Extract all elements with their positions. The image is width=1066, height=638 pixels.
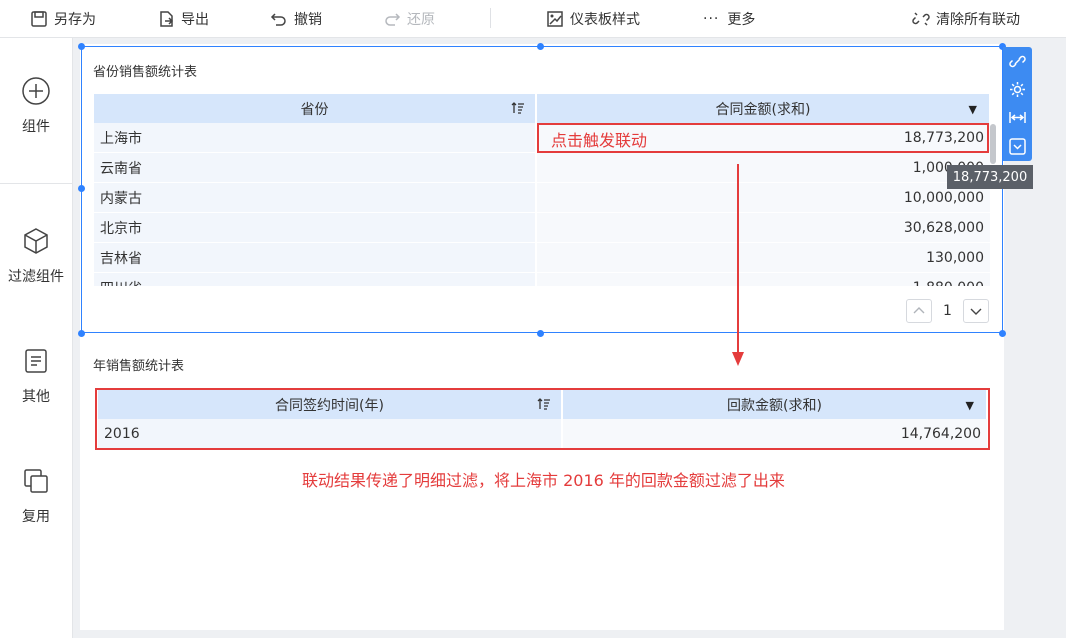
document-icon: [25, 349, 47, 373]
undo-icon: [270, 12, 286, 26]
table-cell: 上海市: [94, 123, 536, 153]
widget-side-toolbar: [1003, 47, 1032, 161]
top-toolbar: 另存为 导出 撤销 还原 仪表板样式 ··· 更多 清除所有联动: [0, 0, 1066, 38]
export-button[interactable]: 导出: [157, 0, 209, 37]
table-row[interactable]: 四川省1,880,000: [94, 272, 990, 286]
chevron-down-icon: [970, 308, 982, 315]
table-header-row: 省份 合同金额(求和) ▼: [94, 94, 990, 123]
table-cell[interactable]: 130,000: [535, 242, 990, 273]
sidebar-item-label: 过滤组件: [8, 269, 64, 285]
redo-button[interactable]: 还原: [383, 0, 435, 37]
table-cell: 吉林省: [94, 242, 536, 273]
copy-icon: [24, 469, 48, 493]
value-tooltip: 18,773,200: [947, 165, 1033, 189]
table-row[interactable]: 吉林省 130,000: [94, 242, 990, 273]
resize-handle-bl[interactable]: [78, 330, 85, 337]
more-button[interactable]: ··· 更多: [703, 0, 755, 37]
table-cell: 云南省: [94, 152, 536, 183]
redo-icon: [385, 12, 401, 26]
gear-icon[interactable]: [1008, 80, 1027, 99]
save-icon: [31, 10, 47, 27]
sidebar-item-filter[interactable]: 过滤组件: [0, 226, 72, 286]
left-sidebar: 组件 过滤组件 其他 复用: [0, 38, 73, 638]
page-up-button[interactable]: [906, 299, 932, 323]
result-note-text: 联动结果传递了明细过滤，将上海市 2016 年的回款金额过滤了出来: [302, 471, 785, 490]
undo-button[interactable]: 撤销: [270, 0, 322, 37]
resize-handle-bottom[interactable]: [537, 330, 544, 337]
table-scrollbar[interactable]: [990, 124, 996, 164]
undo-label: 撤销: [294, 11, 322, 28]
page-down-button[interactable]: [963, 299, 989, 323]
column-header-contract-amount[interactable]: 合同金额(求和) ▼: [536, 94, 990, 123]
save-as-button[interactable]: 另存为: [30, 0, 96, 37]
column-header-province[interactable]: 省份: [94, 94, 537, 123]
annotation-arrow: [732, 164, 744, 366]
dropdown-triangle-icon[interactable]: ▼: [969, 103, 977, 116]
resize-handle-left[interactable]: [78, 185, 85, 192]
sidebar-item-reuse[interactable]: 复用: [0, 466, 72, 526]
unlink-icon: [912, 11, 930, 26]
column-header-label: 省份: [300, 101, 329, 118]
table-cell[interactable]: 1,000,000: [535, 152, 990, 183]
clear-links-label: 清除所有联动: [936, 11, 1020, 28]
click-hint-text: 点击触发联动: [551, 131, 648, 150]
table-row[interactable]: 北京市 30,628,000: [94, 212, 990, 243]
table-cell[interactable]: 1,880,000: [535, 272, 990, 286]
resize-handle-br[interactable]: [999, 330, 1006, 337]
sidebar-item-label: 组件: [22, 119, 50, 135]
table-cell: 四川省: [94, 272, 536, 286]
table-row[interactable]: 内蒙古 10,000,000: [94, 182, 990, 213]
table-cell: 内蒙古: [94, 182, 536, 213]
table-cell: 北京市: [94, 212, 536, 243]
sidebar-item-other[interactable]: 其他: [0, 346, 72, 406]
sidebar-item-label: 其他: [22, 389, 50, 405]
export-label: 导出: [181, 11, 209, 28]
fit-width-icon[interactable]: [1008, 108, 1027, 127]
cube-icon: [24, 228, 48, 254]
page-number: 1: [943, 303, 952, 319]
result-highlight-box: [95, 388, 990, 450]
dropdown-box-icon[interactable]: [1008, 137, 1027, 156]
sidebar-item-components[interactable]: 组件: [0, 76, 72, 136]
resize-handle-top[interactable]: [537, 43, 544, 50]
column-header-label: 合同金额(求和): [715, 101, 811, 118]
plus-circle-icon: [22, 77, 50, 105]
table-cell[interactable]: 10,000,000: [535, 182, 990, 213]
clear-links-button[interactable]: 清除所有联动: [912, 0, 1020, 37]
sidebar-item-label: 复用: [22, 509, 50, 525]
link-icon[interactable]: [1008, 52, 1027, 71]
more-label: 更多: [727, 11, 756, 28]
sidebar-divider: [0, 183, 72, 184]
export-icon: [160, 10, 174, 27]
save-as-label: 另存为: [54, 11, 96, 28]
resize-handle-tl[interactable]: [78, 43, 85, 50]
style-icon: [547, 10, 563, 27]
table-cell[interactable]: 30,628,000: [535, 212, 990, 243]
dashboard-style-label: 仪表板样式: [570, 11, 640, 28]
more-dots-icon: ···: [703, 10, 720, 27]
table-row[interactable]: 云南省1,000,000: [94, 152, 990, 183]
widget-title: 年销售额统计表: [93, 359, 185, 374]
redo-label: 还原: [407, 11, 435, 28]
toolbar-divider: [490, 8, 491, 28]
dashboard-style-button[interactable]: 仪表板样式: [546, 0, 640, 37]
chevron-up-icon: [913, 307, 925, 314]
sort-icon[interactable]: [511, 101, 525, 115]
widget-title: 省份销售额统计表: [93, 65, 198, 80]
